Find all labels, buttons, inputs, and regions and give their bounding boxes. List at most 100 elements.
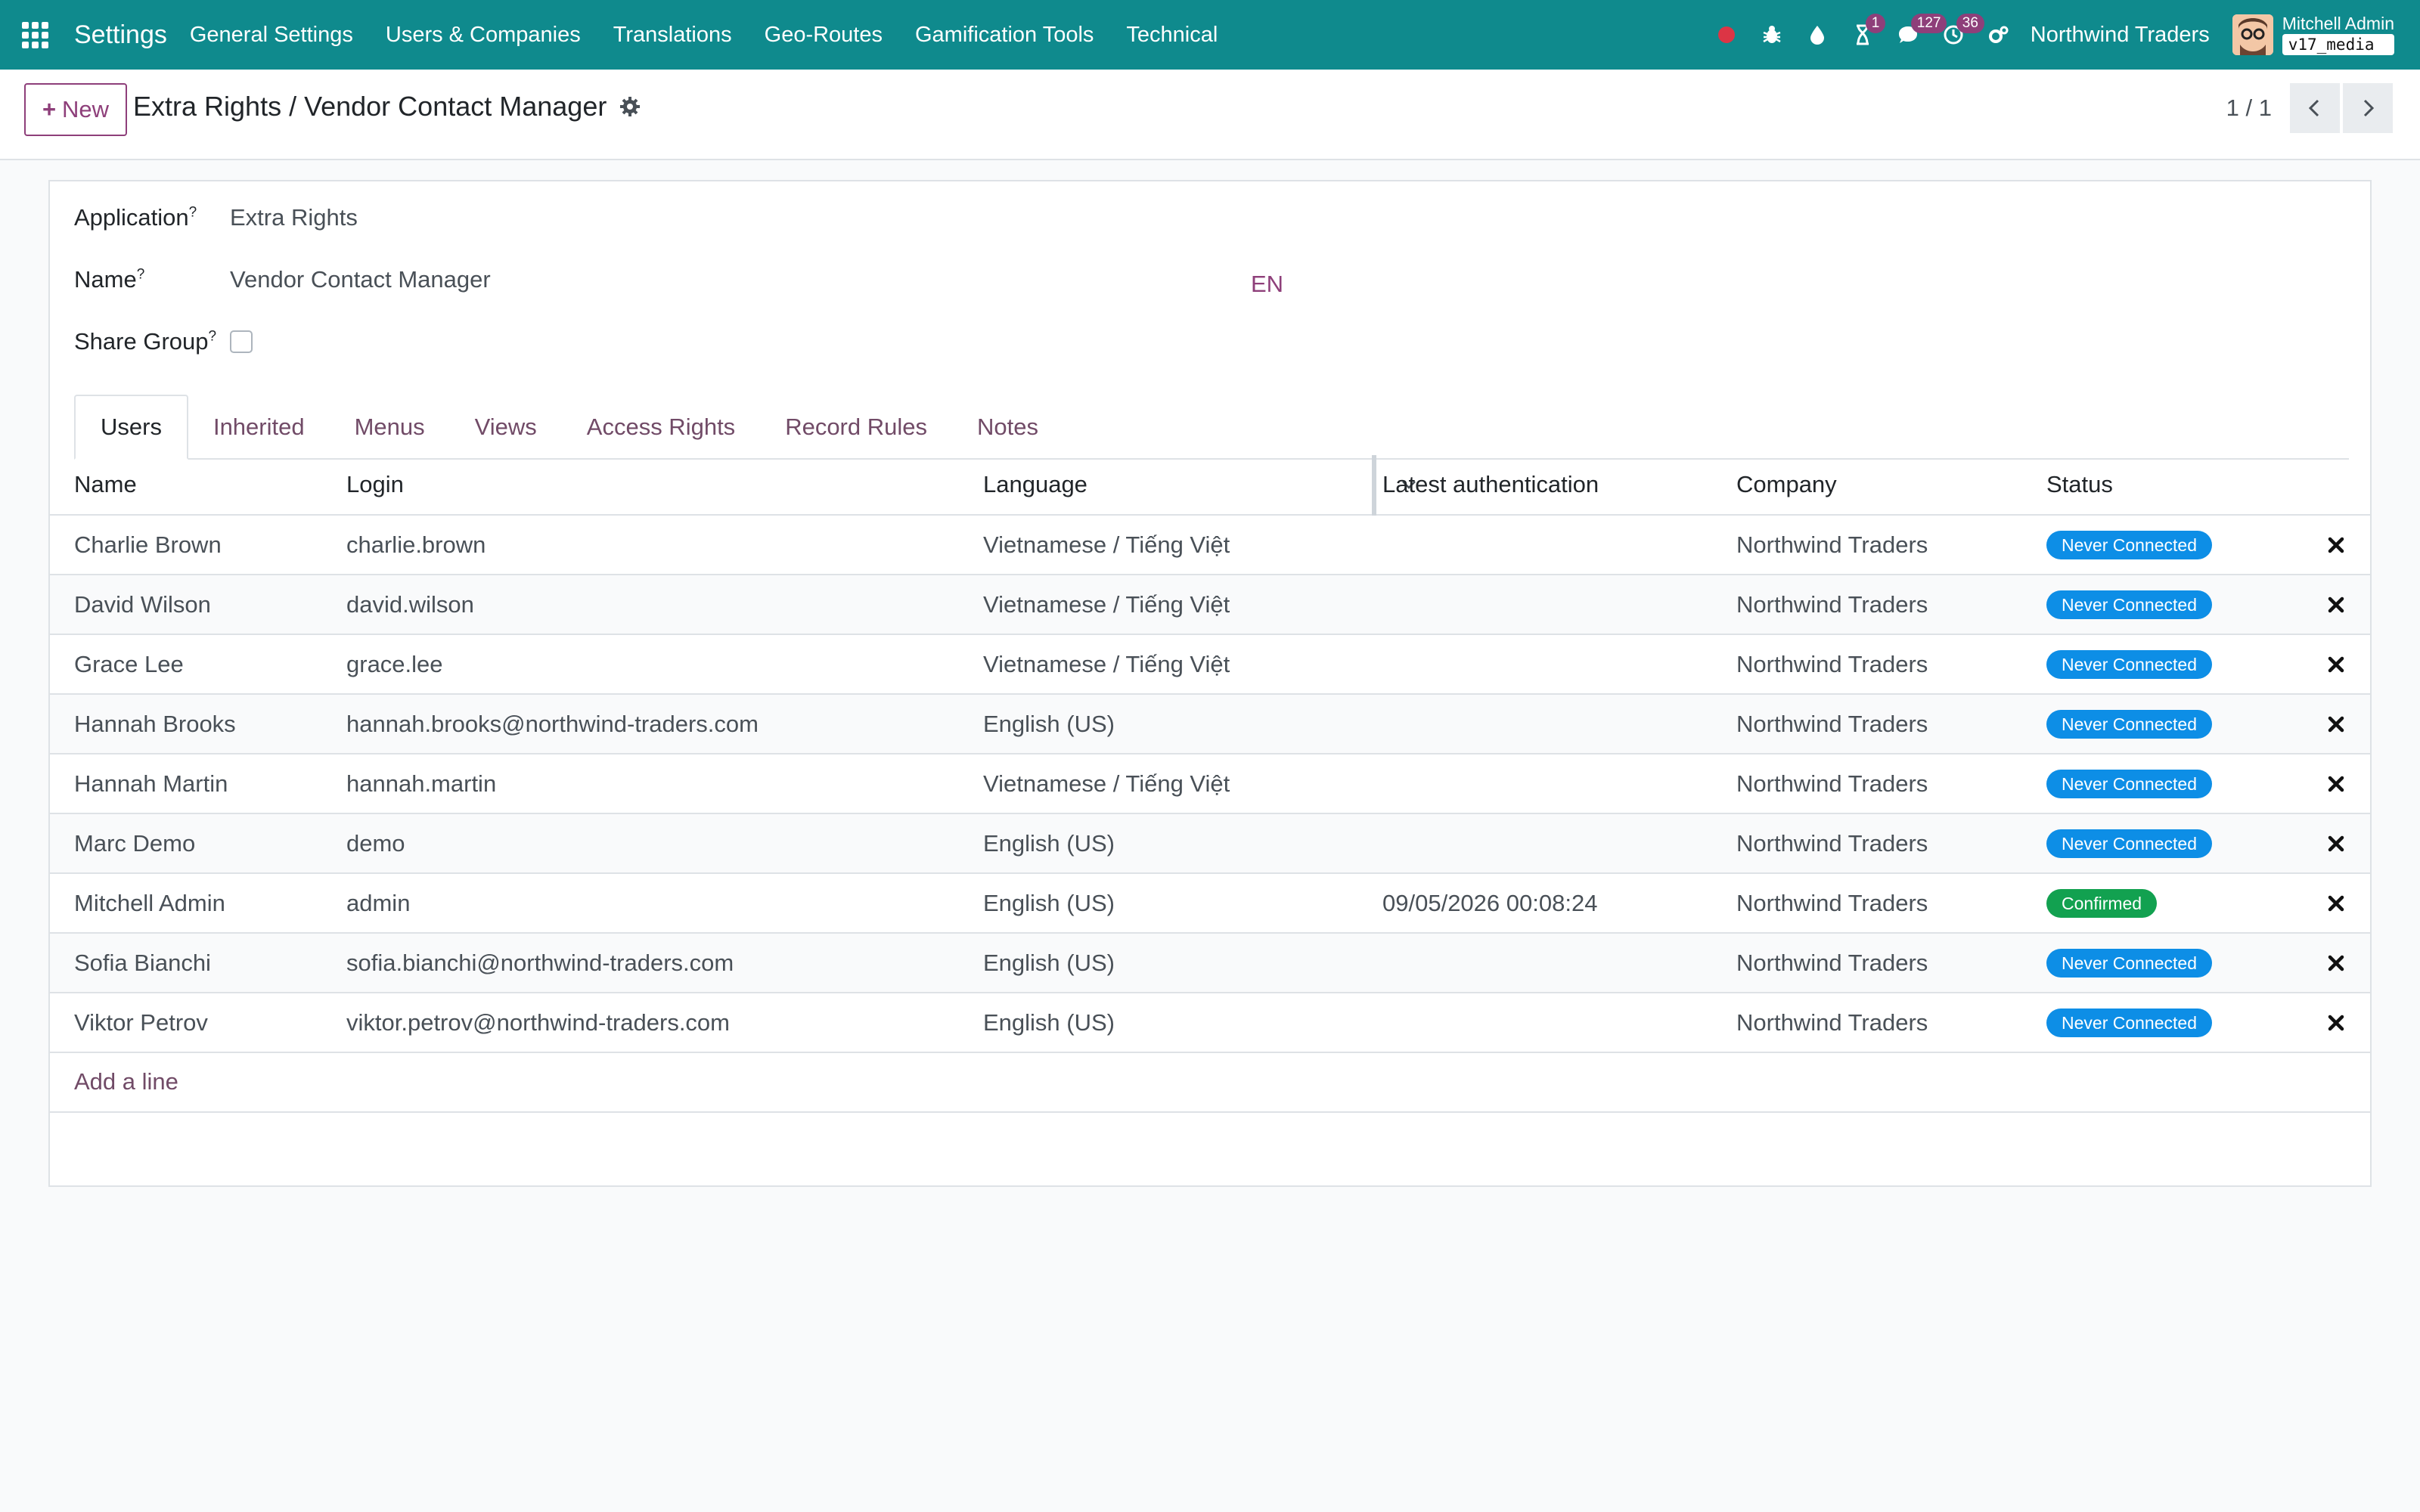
pager-next-button[interactable] [2343, 83, 2393, 133]
remove-row-x-icon[interactable] [2326, 595, 2346, 615]
table-row[interactable]: Charlie Brown charlie.brown Vietnamese / T… [50, 516, 2370, 575]
cell-company: Northwind Traders [1736, 531, 1928, 558]
header-latest-authentication[interactable]: Latest authentication [1382, 471, 1599, 498]
pager-previous-button[interactable] [2290, 83, 2340, 133]
breadcrumb: Extra Rights / Vendor Contact Manager [133, 91, 641, 122]
status-cell: Never Connected [2046, 948, 2212, 978]
messages-chat-icon[interactable]: 127 [1885, 0, 1947, 70]
cell-company: Northwind Traders [1736, 1009, 1928, 1036]
cell-latest-authentication: 09/05/2026 00:08:24 [1382, 889, 1598, 916]
table-row[interactable]: Marc Demo demo English (US) Northwind Trade… [50, 814, 2370, 874]
cell-language: Vietnamese / Tiếng Việt [983, 650, 1230, 677]
cell-login: demo [346, 829, 405, 857]
status-cell: Never Connected [2046, 769, 2212, 798]
share-group-checkbox[interactable] [230, 330, 253, 353]
tab-users[interactable]: Users [74, 395, 188, 460]
control-panel: + New Extra Rights / Vendor Contact Mana… [0, 70, 2420, 160]
tab-inherited[interactable]: Inherited [188, 395, 330, 460]
new-record-button[interactable]: + New [24, 83, 127, 136]
cell-company: Northwind Traders [1736, 770, 1928, 797]
cell-login: grace.lee [346, 650, 443, 677]
tab-views[interactable]: Views [450, 395, 562, 460]
cell-name: Mitchell Admin [74, 889, 225, 916]
menu-technical[interactable]: Technical [1126, 23, 1218, 48]
cell-company: Northwind Traders [1736, 949, 1928, 976]
cell-language: Vietnamese / Tiếng Việt [983, 770, 1230, 797]
header-name[interactable]: Name [74, 471, 137, 498]
chevron-right-icon [2363, 99, 2375, 117]
company-switch-gears-icon[interactable] [1976, 0, 2021, 70]
menu-geo-routes[interactable]: Geo-Routes [765, 23, 883, 48]
table-row[interactable]: Viktor Petrov viktor.petrov@northwind-tra… [50, 993, 2370, 1053]
gear-icon[interactable] [619, 95, 641, 118]
name-input[interactable]: Vendor Contact Manager [230, 266, 491, 293]
company-switcher[interactable]: Northwind Traders [2031, 23, 2210, 48]
user-name: Mitchell Admin [2282, 14, 2394, 33]
status-cell: Never Connected [2046, 530, 2212, 559]
menu-gamification-tools[interactable]: Gamification Tools [915, 23, 1094, 48]
recording-dot-icon[interactable] [1704, 0, 1749, 70]
header-login[interactable]: Login [346, 471, 404, 498]
remove-row-x-icon[interactable] [2326, 834, 2346, 854]
table-row[interactable]: Mitchell Admin admin English (US) 09/05/202… [50, 874, 2370, 934]
status-cell: Never Connected [2046, 829, 2212, 858]
table-row[interactable]: Hannah Martin hannah.martin Vietnamese / T… [50, 754, 2370, 814]
status-badge: Never Connected [2046, 770, 2212, 798]
chevron-left-icon [2308, 99, 2319, 117]
status-badge: Never Connected [2046, 710, 2212, 739]
translate-language-button[interactable]: EN [1251, 271, 1283, 298]
tab-menus[interactable]: Menus [330, 395, 450, 460]
header-status[interactable]: Status [2046, 471, 2113, 498]
cell-language: Vietnamese / Tiếng Việt [983, 590, 1230, 618]
application-value[interactable]: Extra Rights [230, 204, 358, 231]
cell-language: English (US) [983, 710, 1115, 737]
cell-company: Northwind Traders [1736, 710, 1928, 737]
app-title[interactable]: Settings [74, 20, 167, 50]
application-field: Application? Extra Rights [74, 204, 358, 231]
tab-access-rights[interactable]: Access Rights [562, 395, 760, 460]
remove-row-x-icon[interactable] [2326, 714, 2346, 734]
name-field: Name? Vendor Contact Manager [74, 266, 491, 293]
list-header: Name Login Language Latest authenticatio… [50, 455, 2370, 516]
pager-value[interactable]: 1 / 1 [2226, 94, 2272, 122]
remove-row-x-icon[interactable] [2326, 535, 2346, 555]
tab-record-rules[interactable]: Record Rules [760, 395, 952, 460]
status-badge: Never Connected [2046, 650, 2212, 679]
cell-login: viktor.petrov@northwind-traders.com [346, 1009, 730, 1036]
table-row[interactable]: David Wilson david.wilson Vietnamese / Tiế… [50, 575, 2370, 635]
name-label: Name? [74, 266, 145, 293]
column-resize-handle[interactable] [1372, 455, 1376, 516]
cell-login: admin [346, 889, 411, 916]
remove-row-x-icon[interactable] [2326, 655, 2346, 674]
menu-translations[interactable]: Translations [613, 23, 732, 48]
user-avatar[interactable] [2232, 14, 2273, 55]
remove-row-x-icon[interactable] [2326, 1013, 2346, 1033]
remove-row-x-icon[interactable] [2326, 774, 2346, 794]
user-menu[interactable]: Mitchell Admin v17_media [2282, 14, 2394, 55]
updates-clock-icon[interactable]: 36 [1931, 0, 1984, 70]
menu-users-companies[interactable]: Users & Companies [386, 23, 581, 48]
debug-bug-icon[interactable] [1749, 0, 1795, 70]
cell-company: Northwind Traders [1736, 650, 1928, 677]
add-line-row: Add a line [50, 1053, 2370, 1113]
add-line-link[interactable]: Add a line [74, 1068, 178, 1095]
cell-company: Northwind Traders [1736, 829, 1928, 857]
remove-row-x-icon[interactable] [2326, 953, 2346, 973]
cell-company: Northwind Traders [1736, 590, 1928, 618]
table-row[interactable]: Grace Lee grace.lee Vietnamese / Tiếng Việ… [50, 635, 2370, 695]
remove-row-x-icon[interactable] [2326, 894, 2346, 913]
cell-name: David Wilson [74, 590, 211, 618]
theme-drop-icon[interactable] [1795, 0, 1840, 70]
cell-company: Northwind Traders [1736, 889, 1928, 916]
header-language[interactable]: Language [983, 471, 1087, 498]
header-company[interactable]: Company [1736, 471, 1837, 498]
table-row[interactable]: Sofia Bianchi sofia.bianchi@northwind-tra… [50, 934, 2370, 993]
activity-hourglass-icon[interactable]: 1 [1840, 0, 1886, 70]
menu-general-settings[interactable]: General Settings [190, 23, 353, 48]
table-row[interactable]: Hannah Brooks hannah.brooks@northwind-tra… [50, 695, 2370, 754]
status-cell: Never Connected [2046, 709, 2212, 739]
tab-notes[interactable]: Notes [952, 395, 1063, 460]
application-label: Application? [74, 204, 197, 231]
cell-name: Viktor Petrov [74, 1009, 208, 1036]
apps-menu-button[interactable] [0, 0, 70, 70]
